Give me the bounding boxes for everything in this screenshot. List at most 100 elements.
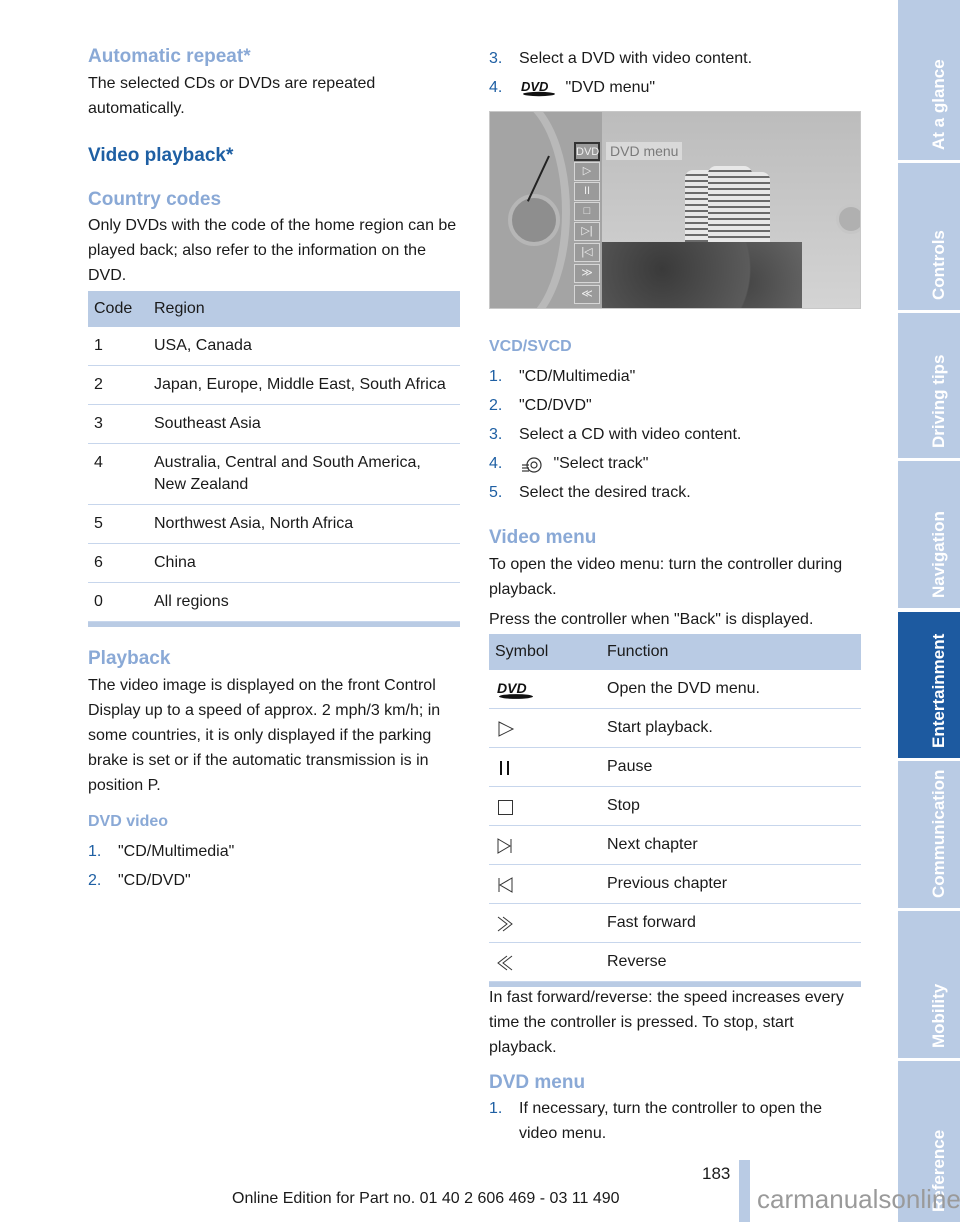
symbol-cell [489,786,601,826]
symbol-cell [489,708,601,748]
tab-entertainment[interactable]: Entertainment [898,612,960,758]
code-cell: 2 [88,365,148,405]
col-header-region: Region [148,291,460,327]
table-row: Start playback. [489,708,861,748]
stop-icon [495,797,517,815]
tab-mobility[interactable]: Mobility [898,911,960,1058]
dvd-icon: DVD [495,680,539,699]
region-cell: USA, Canada [148,327,460,366]
table-row: Stop [489,786,861,826]
next-chapter-button: ▷| [574,222,600,241]
symbol-cell [489,864,601,904]
region-cell: Australia, Central and South America, Ne… [148,443,460,505]
previous-chapter-icon [495,875,517,893]
tab-controls[interactable]: Controls [898,163,960,310]
list-item: 3. Select a DVD with video content. [489,50,753,67]
page-number: 183 [702,1164,731,1183]
fast-forward-icon [495,914,517,932]
dvd-video-steps-cont: 3. Select a DVD with video content. 4. DV… [489,46,861,104]
reverse-button: ≪ [574,285,600,304]
symbol-cell [489,825,601,865]
tab-navigation[interactable]: Navigation [898,461,960,608]
stop-button: □ [574,202,600,221]
table-row: Next chapter [489,825,861,865]
country-codes-heading: Country codes [88,189,222,210]
table-row: DVD Open the DVD menu. [489,670,861,709]
pause-icon [495,758,517,776]
list-item: 1. "CD/Multimedia" [489,368,636,385]
table-row: 2 Japan, Europe, Middle East, South Afric… [88,365,460,405]
table-row: Fast forward [489,903,861,943]
region-cell: All regions [148,582,460,622]
edition-footer: Online Edition for Part no. 01 40 2 606 … [232,1190,620,1207]
table-row: 5 Northwest Asia, North Africa [88,504,460,544]
controller-knob [508,194,560,246]
play-icon [495,719,517,737]
auto-repeat-body: The selected CDs or DVDs are repeated au… [88,75,376,117]
next-chapter-icon [495,836,517,854]
table-row: 6 China [88,543,460,583]
country-codes-table: Code Region 1 USA, Canada 2 Japan, Europe, … [88,291,460,627]
region-cell: China [148,543,460,583]
playback-body: The video image is displayed on the fron… [88,677,441,794]
pause-button: II [574,182,600,201]
auto-repeat-heading: Automatic repeat* [88,46,251,67]
table-row: 0 All regions [88,582,460,622]
list-item: 4. DVD "DVD menu" [489,78,656,97]
list-item: 1. "CD/Multimedia" [88,843,235,860]
symbol-cell [489,903,601,943]
region-cell: Japan, Europe, Middle East, South Africa [148,365,460,405]
select-track-icon [519,455,549,473]
table-row: 1 USA, Canada [88,327,460,366]
playback-heading: Playback [88,648,171,669]
table-row: Pause [489,747,861,787]
region-cell: Southeast Asia [148,404,460,444]
code-cell: 1 [88,327,148,366]
svg-text:DVD: DVD [521,79,549,94]
code-cell: 0 [88,582,148,622]
symbol-cell: DVD [489,670,601,709]
vcd-steps: 1. "CD/Multimedia" 2. "CD/DVD" 3. Select a … [489,364,861,509]
tab-communication[interactable]: Communication [898,761,960,908]
symbol-cell [489,747,601,787]
idrive-screenshot: DVD menu DVD ▷ II □ ▷| |◁ ≫ ≪ [489,111,861,309]
table-row: Previous chapter [489,864,861,904]
play-button: ▷ [574,162,600,181]
function-cell: Fast forward [601,903,861,943]
function-cell: Stop [601,786,861,826]
page-number-bar [739,1160,750,1222]
dvd-video-heading: DVD video [88,813,169,830]
video-menu-heading: Video menu [489,527,597,548]
table-row: 4 Australia, Central and South America, N… [88,443,460,505]
fast-forward-button: ≫ [574,264,600,283]
tab-driving-tips[interactable]: Driving tips [898,313,960,458]
dvd-menu-heading: DVD menu [489,1072,586,1093]
list-item: 1. If necessary, turn the controller to o… [489,1100,822,1142]
list-item: 5. Select the desired track. [489,484,691,501]
function-cell: Pause [601,747,861,787]
vcd-heading: VCD/SVCD [489,338,572,355]
svg-text:DVD: DVD [497,680,527,696]
function-cell: Previous chapter [601,864,861,904]
list-item: 3. Select a CD with video content. [489,426,742,443]
function-cell: Start playback. [601,708,861,748]
video-menu-back-note: Press the controller when "Back" is disp… [489,611,814,628]
trees-image [602,242,802,308]
dvd-menu-label: DVD menu [606,142,683,160]
reverse-icon [495,953,517,971]
video-playback-heading: Video playback* [88,145,234,166]
code-cell: 5 [88,504,148,544]
country-codes-body: Only DVDs with the code of the home regi… [88,217,457,284]
code-cell: 4 [88,443,148,505]
symbol-function-table: Symbol Function DVD Open the DVD menu. Sta… [489,634,861,987]
region-cell: Northwest Asia, North Africa [148,504,460,544]
tab-at-a-glance[interactable]: At a glance [898,0,960,160]
fast-forward-note: In fast forward/reverse: the speed incre… [489,989,844,1056]
function-cell: Next chapter [601,825,861,865]
code-cell: 3 [88,404,148,444]
dvd-menu-steps: 1. If necessary, turn the controller to o… [489,1096,861,1150]
table-row: 3 Southeast Asia [88,404,460,444]
code-cell: 6 [88,543,148,583]
table-row: Reverse [489,942,861,982]
dvd-icon: DVD [519,79,561,97]
